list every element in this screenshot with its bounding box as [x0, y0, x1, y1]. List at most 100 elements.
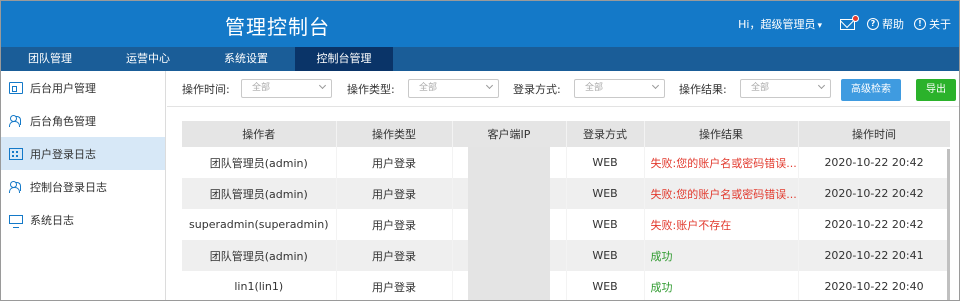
col-header-operator[interactable]: 操作者 — [182, 121, 337, 147]
cell-method: WEB — [566, 271, 645, 300]
ip-redacted — [468, 271, 550, 300]
sidebar: 后台用户管理 后台角色管理 用户登录日志 控制台登录日志 系统日志 — [1, 71, 166, 300]
cell-operator: 团队管理员(admin) — [182, 178, 337, 209]
table-row[interactable]: 团队管理员(admin) 用户登录 WEB 失败:您的账户名或密码错误... 2… — [182, 147, 950, 178]
table-row[interactable]: 团队管理员(admin) 用户登录 WEB 失败:您的账户名或密码错误... 2… — [182, 178, 950, 209]
top-header: 管理控制台 Hi，超级管理员 ▾ ? 帮助 ! 关于 — [1, 1, 959, 47]
col-header-ip[interactable]: 客户端IP — [452, 121, 567, 147]
select-value: 全部 — [419, 83, 438, 93]
cell-operator: lin1(lin1) — [182, 271, 337, 300]
cell-method: WEB — [566, 209, 645, 240]
about-link[interactable]: ! 关于 — [914, 16, 951, 32]
table-row[interactable]: lin1(lin1) 用户登录 WEB 成功 2020-10-22 20:40 — [182, 271, 950, 300]
cell-result: 成功 — [644, 240, 799, 271]
sidebar-item-console-login-log[interactable]: 控制台登录日志 — [1, 170, 165, 203]
export-button[interactable]: 导出 — [916, 79, 956, 101]
cell-result: 失败:您的账户名或密码错误... — [644, 178, 799, 209]
users-icon — [9, 180, 23, 193]
id-card-icon — [9, 81, 23, 94]
cell-ip — [452, 271, 567, 300]
cell-operator: superadmin(superadmin) — [182, 209, 337, 240]
ip-redacted — [468, 178, 550, 209]
table-row[interactable]: 团队管理员(admin) 用户登录 WEB 成功 2020-10-22 20:4… — [182, 240, 950, 271]
filter-label-type: 操作类型: — [347, 83, 395, 96]
sidebar-item-user-login-log[interactable]: 用户登录日志 — [1, 137, 165, 170]
advanced-search-button[interactable]: 高级检索 — [841, 79, 901, 101]
result-select[interactable]: 全部 — [740, 79, 831, 98]
sidebar-item-label: 后台用户管理 — [30, 81, 96, 95]
filter-label-method: 登录方式: — [513, 83, 561, 96]
header-actions: Hi，超级管理员 ▾ ? 帮助 ! 关于 — [738, 1, 951, 47]
col-header-method[interactable]: 登录方式 — [566, 121, 645, 147]
chevron-down-icon — [485, 81, 494, 90]
ip-redacted — [468, 240, 550, 271]
help-label: 帮助 — [882, 18, 904, 31]
nav-item-operations[interactable]: 运营中心 — [99, 47, 197, 71]
nav-item-console[interactable]: 控制台管理 — [295, 47, 393, 71]
chevron-down-icon — [651, 81, 660, 90]
cell-operator: 团队管理员(admin) — [182, 240, 337, 271]
cell-type: 用户登录 — [336, 178, 453, 209]
cell-operator: 团队管理员(admin) — [182, 147, 337, 178]
cell-ip — [452, 178, 567, 209]
col-header-type[interactable]: 操作类型 — [336, 121, 453, 147]
filter-label-result: 操作结果: — [679, 83, 727, 96]
sidebar-item-label: 用户登录日志 — [30, 147, 96, 161]
sidebar-item-admin-users[interactable]: 后台用户管理 — [1, 71, 165, 104]
cell-method: WEB — [566, 240, 645, 271]
cell-result: 失败:账户不存在 — [644, 209, 799, 240]
cell-time: 2020-10-22 20:42 — [798, 209, 950, 240]
cell-method: WEB — [566, 178, 645, 209]
log-table-grid: 操作者 操作类型 客户端IP 登录方式 操作结果 操作时间 团队管理员(admi… — [182, 121, 950, 300]
log-table: 操作者 操作类型 客户端IP 登录方式 操作结果 操作时间 团队管理员(admi… — [182, 121, 950, 300]
type-select[interactable]: 全部 — [408, 79, 499, 98]
cell-type: 用户登录 — [336, 271, 453, 300]
cell-method: WEB — [566, 147, 645, 178]
cell-type: 用户登录 — [336, 209, 453, 240]
building-icon — [9, 147, 23, 160]
sidebar-item-label: 控制台登录日志 — [30, 180, 107, 194]
main-nav: 团队管理 运营中心 系统设置 控制台管理 — [1, 47, 959, 71]
user-name: Hi，超级管理员 — [738, 18, 816, 31]
nav-item-team[interactable]: 团队管理 — [1, 47, 99, 71]
help-link[interactable]: ? 帮助 — [867, 16, 904, 32]
monitor-icon — [9, 215, 23, 228]
user-menu[interactable]: Hi，超级管理员 ▾ — [738, 16, 822, 32]
select-value: 全部 — [585, 83, 604, 93]
question-icon: ? — [867, 18, 879, 30]
cell-result: 失败:您的账户名或密码错误... — [644, 147, 799, 178]
filter-bar: 操作时间: 全部 操作类型: 全部 登录方式: 全部 操作结果: 全部 高级检索… — [167, 71, 959, 107]
cell-time: 2020-10-22 20:42 — [798, 178, 950, 209]
chevron-down-icon: ▾ — [817, 21, 822, 31]
table-header-row: 操作者 操作类型 客户端IP 登录方式 操作结果 操作时间 — [182, 121, 950, 147]
mail-icon[interactable] — [840, 14, 859, 30]
method-select[interactable]: 全部 — [574, 79, 665, 98]
col-header-time[interactable]: 操作时间 — [798, 121, 950, 147]
chevron-down-icon — [318, 81, 327, 90]
col-header-result[interactable]: 操作结果 — [644, 121, 799, 147]
filter-label-time: 操作时间: — [182, 83, 230, 96]
time-select[interactable]: 全部 — [241, 79, 332, 98]
sidebar-item-system-log[interactable]: 系统日志 — [1, 203, 165, 236]
cell-ip — [452, 147, 567, 178]
info-icon: ! — [914, 18, 926, 30]
select-value: 全部 — [252, 83, 271, 93]
users-icon — [9, 114, 23, 127]
app-title: 管理控制台 — [225, 15, 330, 39]
select-value: 全部 — [751, 83, 770, 93]
ip-redacted — [468, 147, 550, 178]
sidebar-item-label: 系统日志 — [30, 213, 74, 227]
cell-time: 2020-10-22 20:42 — [798, 147, 950, 178]
sidebar-item-label: 后台角色管理 — [30, 114, 96, 128]
cell-time: 2020-10-22 20:41 — [798, 240, 950, 271]
nav-item-settings[interactable]: 系统设置 — [197, 47, 295, 71]
sidebar-item-admin-roles[interactable]: 后台角色管理 — [1, 104, 165, 137]
cell-type: 用户登录 — [336, 240, 453, 271]
ip-redacted — [468, 209, 550, 240]
app-window: 管理控制台 Hi，超级管理员 ▾ ? 帮助 ! 关于 团队管理 运营中心 系统设置… — [0, 0, 960, 301]
chevron-down-icon — [817, 81, 826, 90]
notification-dot — [852, 14, 859, 22]
cell-ip — [452, 240, 567, 271]
table-scrollbar[interactable] — [947, 149, 950, 300]
table-row[interactable]: superadmin(superadmin) 用户登录 WEB 失败:账户不存在… — [182, 209, 950, 240]
